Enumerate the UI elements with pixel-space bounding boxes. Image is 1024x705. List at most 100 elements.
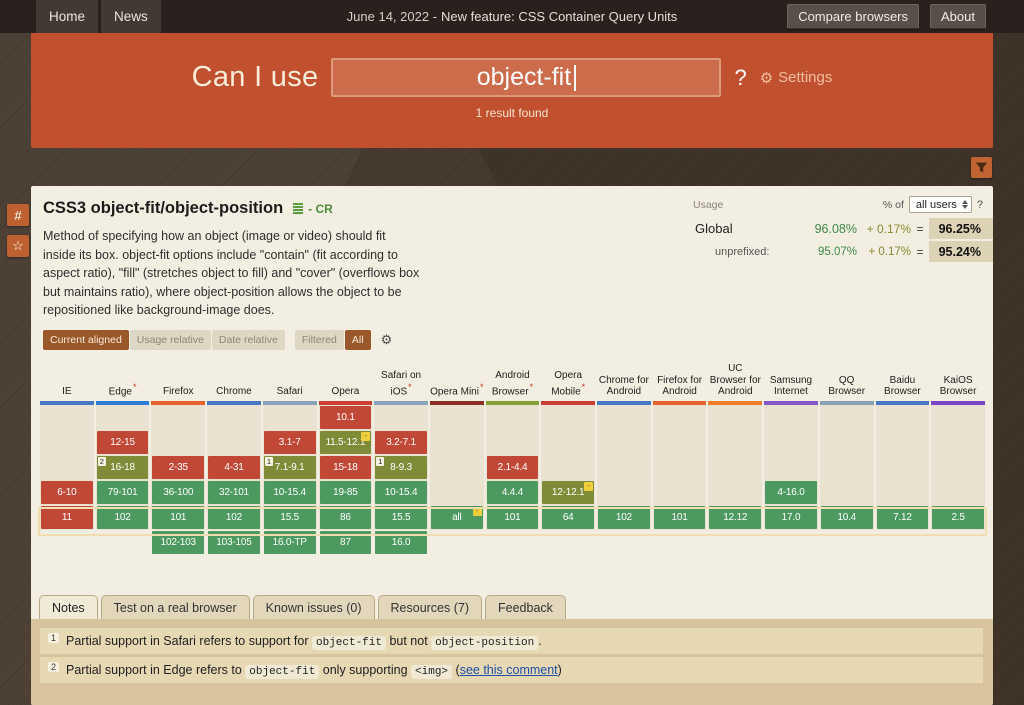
spec-document-icon[interactable] xyxy=(293,202,304,215)
support-cell[interactable]: 2-35 xyxy=(152,455,205,479)
browser-column-header: Baidu Browser xyxy=(875,356,930,405)
support-cell[interactable]: 15-18 xyxy=(319,455,372,479)
view-control-all[interactable]: All xyxy=(344,329,371,350)
support-cell[interactable]: all - xyxy=(430,505,483,529)
browser-note-asterisk: * xyxy=(479,381,484,392)
announcement-link[interactable]: New feature: CSS Container Query Units xyxy=(441,9,677,24)
support-cell[interactable]: 10.4 xyxy=(820,505,873,529)
browser-column-header: Firefox for Android xyxy=(652,356,707,405)
support-cell[interactable]: 6-10 xyxy=(41,480,93,504)
support-cell[interactable]: 102 xyxy=(598,505,650,529)
usage-unprefixed-total: 95.24% xyxy=(929,241,993,262)
nav-news[interactable]: News xyxy=(101,0,161,33)
support-cell[interactable]: 102 xyxy=(96,505,149,529)
support-cell[interactable]: 101 xyxy=(152,505,205,529)
tab-feedback[interactable]: Feedback xyxy=(485,595,566,619)
compare-browsers-button[interactable]: Compare browsers xyxy=(787,4,920,29)
support-cell[interactable]: 103-105 xyxy=(208,530,260,554)
note-comment-link[interactable]: see this comment xyxy=(460,663,558,677)
support-cell[interactable]: 4-16.0 xyxy=(765,480,817,504)
support-cell[interactable]: 3.1-7 xyxy=(263,430,316,454)
support-cell[interactable]: 4-31 xyxy=(208,455,260,479)
table-settings-gear-icon[interactable]: ⚙ xyxy=(381,332,393,348)
view-control-current-aligned[interactable]: Current aligned xyxy=(43,329,129,350)
support-cell[interactable]: 15.5 xyxy=(375,505,427,529)
text-caret xyxy=(574,64,577,91)
feature-panel: CSS3 object-fit/object-position - CR Met… xyxy=(31,186,993,705)
support-cell[interactable]: 10.1 xyxy=(319,405,372,429)
note-flag-icon: - xyxy=(584,481,594,491)
support-cell[interactable]: 7.1-9.1 1 xyxy=(263,455,316,479)
gear-icon: ⚙ xyxy=(759,69,774,87)
view-control-date-relative[interactable]: Date relative xyxy=(211,329,285,350)
feature-tabs: Notes Test on a real browser Known issues … xyxy=(31,592,993,619)
footnote-marker: 1 xyxy=(264,456,273,466)
support-cell[interactable]: 32-101 xyxy=(208,480,260,504)
browser-note-asterisk: * xyxy=(408,381,412,392)
alignment-controls: Current aligned Usage relative Date relati… xyxy=(43,329,285,350)
support-cell[interactable]: 16.0-TP xyxy=(263,530,316,554)
support-cell[interactable]: 16.0 xyxy=(375,530,427,554)
browser-column-android-browser: Android Browser* 2.1-4.4 4.4.4 101 xyxy=(485,356,540,555)
support-cell[interactable]: 3.2-7.1 xyxy=(375,430,427,454)
feature-description: Method of specifying how an object (imag… xyxy=(43,229,420,317)
footnote-marker: 2 xyxy=(97,456,106,466)
support-cell[interactable]: 10-15.4 xyxy=(375,480,427,504)
view-control-filtered[interactable]: Filtered xyxy=(294,329,344,350)
support-cell[interactable]: 7.12 xyxy=(876,505,929,529)
support-cell[interactable]: 102-103 xyxy=(152,530,205,554)
support-cell[interactable]: 64 xyxy=(542,505,595,529)
support-cell[interactable]: 12-12.1- xyxy=(542,480,595,504)
permalink-hash-button[interactable]: # xyxy=(7,204,29,226)
support-cell[interactable]: 86 xyxy=(319,505,372,529)
note-flag-icon: - xyxy=(361,431,371,441)
support-cell[interactable]: 11.5-12.1- xyxy=(319,430,372,454)
browser-column-firefox-for-android: Firefox for Android 101 xyxy=(652,356,707,555)
support-cell[interactable]: 2.1-4.4 xyxy=(486,455,539,479)
tab-known-issues-0[interactable]: Known issues (0) xyxy=(252,595,375,619)
nav-home[interactable]: Home xyxy=(36,0,99,33)
usage-row-global: Global 96.08% + 0.17% = 96.25% xyxy=(681,218,993,239)
search-help-button[interactable]: ? xyxy=(734,65,746,91)
view-control-usage-relative[interactable]: Usage relative xyxy=(129,329,211,350)
support-cell[interactable]: 8-9.3 1 xyxy=(375,455,427,479)
usage-unprefixed-label: unprefixed: xyxy=(715,245,770,258)
feature-title: CSS3 object-fit/object-position xyxy=(43,199,284,217)
support-cell[interactable]: 4.4.4 xyxy=(486,480,539,504)
feature-search-input[interactable]: object-fit xyxy=(331,58,722,97)
support-cell[interactable]: 15.5 xyxy=(263,505,316,529)
support-cell[interactable]: 11 xyxy=(41,505,93,529)
about-button[interactable]: About xyxy=(930,4,986,29)
browser-column-header: Safari xyxy=(262,356,317,405)
tab-resources-7[interactable]: Resources (7) xyxy=(377,595,483,619)
support-cell[interactable]: 101 xyxy=(486,505,539,529)
support-cell[interactable]: 10-15.4 xyxy=(263,480,316,504)
settings-button[interactable]: ⚙ Settings xyxy=(760,69,833,87)
browser-column-kaios-browser: KaiOS Browser 2.5 xyxy=(931,356,985,555)
support-cell[interactable]: 79-101 xyxy=(96,480,149,504)
support-cell[interactable]: 12.12 xyxy=(709,505,762,529)
usage-unprefixed-partial: + 0.17% xyxy=(868,245,911,258)
top-navigation: Home News June 14, 2022 - New feature: C… xyxy=(0,0,1024,33)
support-cell[interactable]: 12-15 xyxy=(96,430,149,454)
footnote-marker: 1 xyxy=(376,456,385,466)
usage-audience-select[interactable]: all users xyxy=(908,196,972,213)
filter-button[interactable] xyxy=(971,157,992,178)
search-hero: Can I use object-fit ? ⚙ Settings 1 resul… xyxy=(31,33,993,148)
favorite-star-button[interactable]: ☆ xyxy=(7,235,29,257)
tab-notes[interactable]: Notes xyxy=(39,595,98,619)
result-count: 1 result found xyxy=(475,106,549,120)
support-cell[interactable]: 101 xyxy=(653,505,706,529)
tab-test-on-a-real-browser[interactable]: Test on a real browser xyxy=(100,595,250,619)
support-cell[interactable]: 16-18 2 xyxy=(96,455,149,479)
inline-code: object-fit xyxy=(311,636,386,650)
support-cell[interactable]: 19-85 xyxy=(319,480,372,504)
usage-global-total: 96.25% xyxy=(929,218,993,239)
support-cell[interactable]: 2.5 xyxy=(932,505,984,529)
usage-help-button[interactable]: ? xyxy=(977,199,983,211)
support-cell[interactable]: 87 xyxy=(319,530,372,554)
support-cell[interactable]: 36-100 xyxy=(152,480,205,504)
support-cell[interactable]: 17.0 xyxy=(765,505,817,529)
support-cell[interactable]: 102 xyxy=(208,505,260,529)
browser-column-edge: Edge* 12-15 16-18 2 79-101 102 xyxy=(95,356,150,555)
